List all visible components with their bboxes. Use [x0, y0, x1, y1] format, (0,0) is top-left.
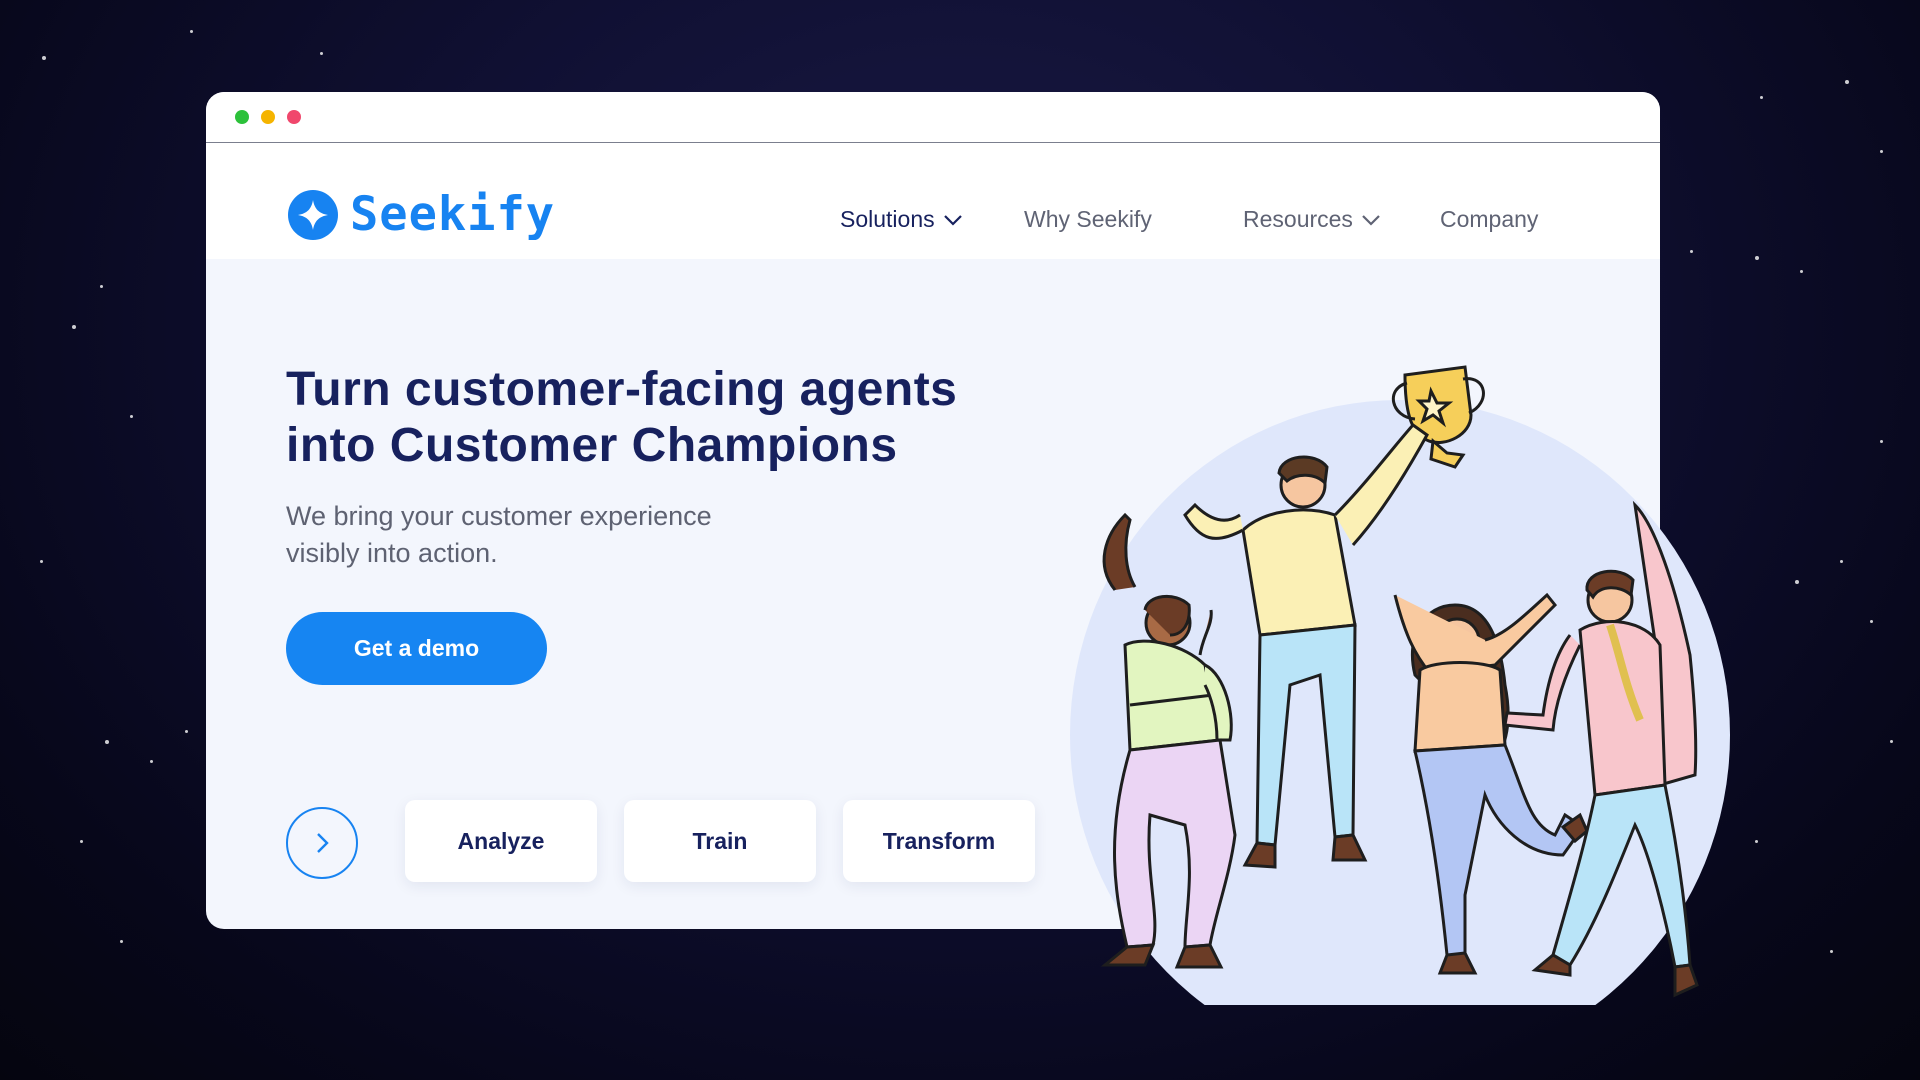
nav-solutions[interactable]: Solutions — [840, 206, 963, 233]
nav-solutions-label: Solutions — [840, 206, 935, 232]
tab-analyze[interactable]: Analyze — [405, 800, 597, 882]
nav-company[interactable]: Company — [1440, 206, 1538, 233]
brand-name: Seekify — [350, 187, 556, 242]
tab-transform[interactable]: Transform — [843, 800, 1035, 882]
hero-title-line-2: into Customer Champions — [286, 419, 898, 472]
nav-resources[interactable]: Resources — [1243, 206, 1381, 233]
nav-resources-label: Resources — [1243, 206, 1353, 232]
next-slide-button[interactable] — [286, 807, 358, 879]
celebrating-team-illustration — [1070, 365, 1730, 1005]
nav-why-seekify-label: Why Seekify — [1024, 206, 1152, 232]
close-window-dot[interactable] — [287, 110, 301, 124]
hero-subtitle: We bring your customer experience visibl… — [286, 498, 806, 572]
chevron-down-icon — [943, 214, 962, 226]
sparkle-star-icon — [288, 189, 338, 240]
hero-subtitle-line-2: visibly into action. — [286, 538, 498, 568]
site-navbar: Seekify Solutions Why Seekify Resources … — [206, 143, 1660, 259]
hero-title: Turn customer-facing agents into Custome… — [286, 362, 1086, 474]
browser-titlebar — [206, 92, 1660, 143]
get-a-demo-button[interactable]: Get a demo — [286, 612, 547, 685]
minimize-window-dot[interactable] — [261, 110, 275, 124]
tab-train[interactable]: Train — [624, 800, 816, 882]
brand-logo[interactable]: Seekify — [288, 187, 555, 242]
chevron-right-icon — [317, 833, 329, 853]
maximize-window-dot[interactable] — [235, 110, 249, 124]
chevron-down-icon — [1362, 214, 1380, 226]
hero-title-line-1: Turn customer-facing agents — [286, 363, 958, 416]
hero-subtitle-line-1: We bring your customer experience — [286, 501, 712, 531]
nav-company-label: Company — [1440, 206, 1539, 232]
nav-why-seekify[interactable]: Why Seekify — [1024, 206, 1152, 233]
